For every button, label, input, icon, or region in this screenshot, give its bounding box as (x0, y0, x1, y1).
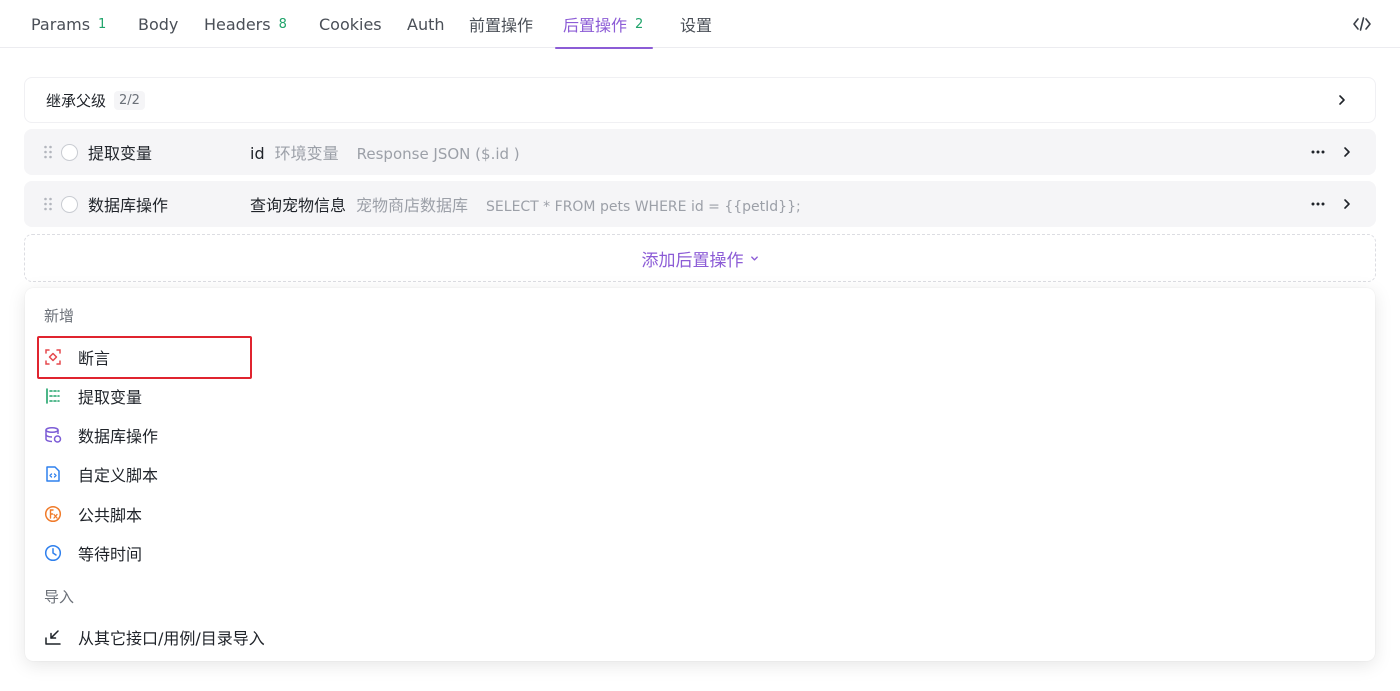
tab-count: 2 (635, 16, 644, 32)
clock-icon (44, 544, 62, 562)
chevron-right-icon[interactable] (1340, 145, 1354, 159)
enable-checkbox[interactable] (61, 143, 78, 161)
extract-variable-icon (44, 387, 62, 405)
group-title-import: 导入 (44, 588, 75, 606)
operation-type: 提取变量 (88, 144, 153, 163)
menu-item-extract-variable[interactable]: 提取变量 (44, 378, 142, 414)
tab-settings[interactable]: 设置 (680, 0, 712, 48)
inherit-label: 继承父级 (46, 91, 107, 110)
tab-body[interactable]: Body (138, 0, 178, 48)
tab-label: Body (138, 14, 179, 34)
operation-name: id (250, 144, 265, 163)
tab-bar: Params 1 Body Headers 8 Cookies Auth 前置操… (0, 0, 1400, 49)
inherit-count-badge: 2/2 (114, 90, 145, 110)
drag-handle-icon[interactable] (43, 145, 53, 159)
operation-detail: SELECT * FROM pets WHERE id = {{petId}}; (486, 199, 801, 215)
operation-row-extract-variable[interactable]: 提取变量 id 环境变量 Response JSON ($.id ) (24, 129, 1376, 175)
add-post-operation-button[interactable]: 添加后置操作 (24, 234, 1376, 282)
tab-label: 前置操作 (469, 16, 534, 35)
tab-label: Params (31, 14, 91, 34)
menu-item-database[interactable]: 数据库操作 (44, 417, 158, 453)
tab-label: Auth (407, 14, 445, 34)
chevron-right-icon[interactable] (1340, 197, 1354, 211)
tab-count: 8 (278, 16, 287, 32)
operation-meta: 宠物商店数据库 (356, 196, 469, 215)
chevron-down-icon (750, 255, 758, 261)
operation-detail: Response JSON ($.id ) (356, 145, 520, 163)
drag-handle-icon[interactable] (43, 197, 53, 211)
assertion-icon (44, 348, 62, 366)
tab-post-operations[interactable]: 后置操作 2 (554, 0, 654, 49)
tab-params[interactable]: Params 1 (31, 0, 106, 48)
code-icon[interactable] (1352, 14, 1372, 34)
function-icon (44, 505, 62, 523)
tab-headers[interactable]: Headers 8 (204, 0, 287, 48)
group-title-new: 新增 (44, 307, 75, 325)
operation-row-database[interactable]: 数据库操作 查询宠物信息 宠物商店数据库 SELECT * FROM pets WH… (24, 181, 1376, 227)
operation-summary: 查询宠物信息 宠物商店数据库 SELECT * FROM pets WHERE id… (250, 192, 801, 216)
menu-item-label: 公共脚本 (78, 506, 143, 525)
tab-label: 后置操作 (563, 16, 628, 35)
add-post-operation-label: 添加后置操作 (641, 250, 744, 271)
menu-item-label: 断言 (78, 349, 111, 368)
tab-auth[interactable]: Auth (407, 0, 445, 48)
tab-label: 设置 (680, 16, 713, 35)
operation-meta: 环境变量 (274, 144, 339, 163)
tab-label: Headers (204, 14, 271, 34)
operation-name: 查询宠物信息 (250, 196, 347, 215)
menu-item-wait-time[interactable]: 等待时间 (44, 535, 142, 571)
tab-pre-operations[interactable]: 前置操作 (469, 0, 533, 48)
inherit-parent-row[interactable]: 继承父级 2/2 (24, 77, 1376, 123)
database-icon (44, 426, 62, 444)
menu-item-label: 自定义脚本 (78, 466, 159, 485)
operation-type: 数据库操作 (88, 196, 169, 215)
enable-checkbox[interactable] (61, 195, 78, 213)
menu-item-custom-script[interactable]: 自定义脚本 (44, 456, 158, 492)
more-icon[interactable] (1310, 196, 1326, 212)
tab-count: 1 (98, 16, 107, 32)
menu-item-assertion[interactable]: 断言 (44, 339, 110, 375)
menu-item-label: 等待时间 (78, 545, 143, 564)
menu-item-label: 提取变量 (78, 388, 143, 407)
operation-summary: id 环境变量 Response JSON ($.id ) (250, 140, 520, 164)
menu-item-label: 数据库操作 (78, 427, 159, 446)
import-icon (44, 628, 62, 646)
add-operation-dropdown: 新增 断言 提取变量 数据库操作 自定义脚本 公共脚本 等待时间 导入 从其它接… (25, 288, 1375, 661)
more-icon[interactable] (1310, 144, 1326, 160)
menu-item-label: 从其它接口/用例/目录导入 (78, 629, 265, 648)
tab-cookies[interactable]: Cookies (319, 0, 382, 48)
menu-item-public-script[interactable]: 公共脚本 (44, 496, 142, 532)
chevron-right-icon[interactable] (1335, 93, 1349, 107)
script-file-icon (44, 465, 62, 483)
menu-item-import[interactable]: 从其它接口/用例/目录导入 (44, 619, 265, 655)
tab-label: Cookies (319, 14, 382, 34)
